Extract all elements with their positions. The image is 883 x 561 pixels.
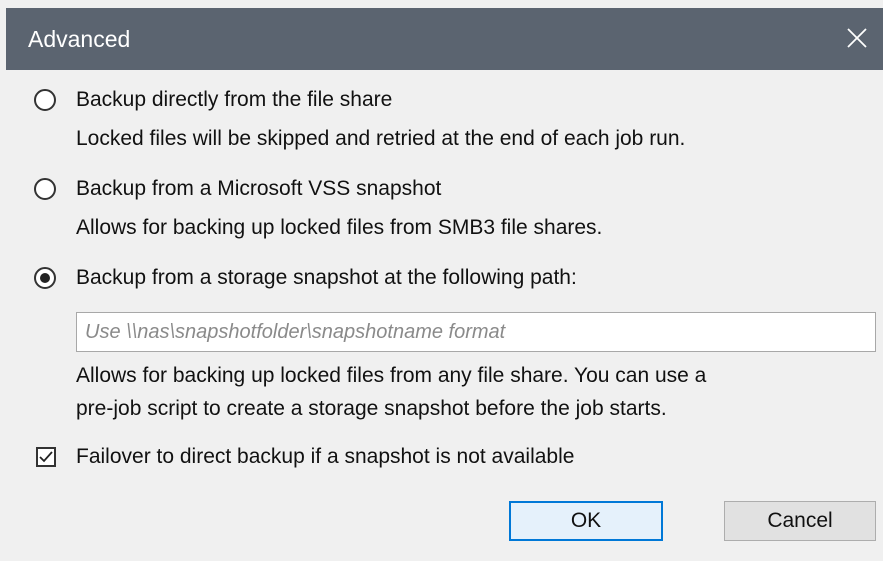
option-vss-snapshot-label[interactable]: Backup from a Microsoft VSS snapshot (76, 175, 441, 203)
failover-checkbox[interactable] (36, 447, 56, 467)
option-direct-backup-description: Locked files will be skipped and retried… (76, 127, 686, 150)
radio-storage-snapshot[interactable] (34, 267, 56, 289)
option-direct-backup-label[interactable]: Backup directly from the file share (76, 86, 392, 114)
radio-selected-dot (40, 273, 50, 283)
checkmark-icon (39, 451, 53, 463)
radio-direct-backup[interactable] (34, 89, 56, 111)
option-vss-snapshot-description: Allows for backing up locked files from … (76, 216, 603, 239)
title-bar[interactable]: Advanced (6, 8, 883, 70)
snapshot-path-input[interactable] (76, 312, 876, 352)
window-title: Advanced (28, 26, 131, 52)
option-storage-snapshot-label[interactable]: Backup from a storage snapshot at the fo… (76, 264, 577, 292)
ok-button[interactable]: OK (509, 501, 663, 541)
dialog-body: Backup directly from the file share Lock… (6, 70, 883, 561)
cancel-button[interactable]: Cancel (724, 501, 876, 541)
option-storage-snapshot-description-line1: Allows for backing up locked files from … (76, 364, 707, 387)
radio-vss-snapshot[interactable] (34, 178, 56, 200)
advanced-dialog: Advanced Backup directly from the file s… (0, 0, 883, 561)
option-storage-snapshot-description-line2: pre-job script to create a storage snaps… (76, 397, 667, 420)
close-button[interactable] (839, 20, 875, 56)
close-icon (847, 28, 867, 48)
failover-label[interactable]: Failover to direct backup if a snapshot … (76, 443, 574, 471)
